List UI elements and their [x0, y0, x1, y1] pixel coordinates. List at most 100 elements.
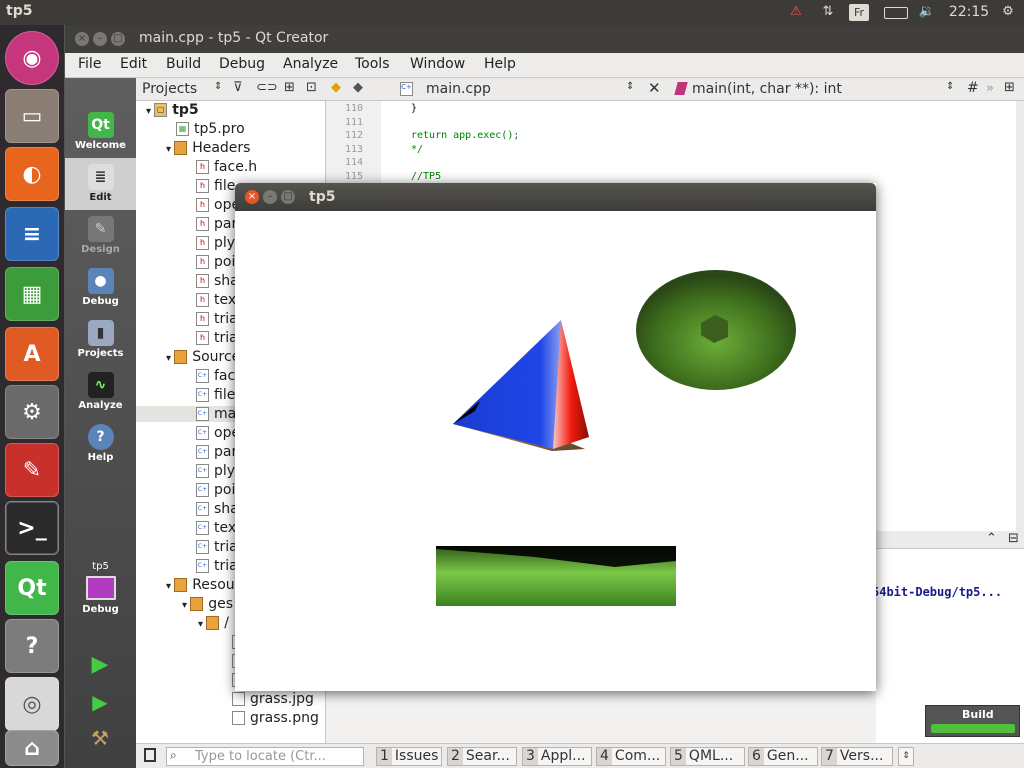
close-pane-icon[interactable]: ⊡ — [306, 80, 317, 95]
menu-window[interactable]: Window — [410, 56, 465, 72]
hash-icon[interactable]: # — [967, 80, 979, 96]
back-arrow-icon[interactable]: ◆ — [331, 80, 341, 95]
file-selector[interactable]: main.cpp — [426, 81, 491, 97]
tree-item[interactable]: h ope — [196, 197, 240, 213]
help-icon[interactable]: ? — [5, 619, 59, 673]
minimize-icon[interactable]: – — [93, 32, 107, 46]
split-icon[interactable]: ⊞ — [1004, 80, 1015, 95]
gear-icon[interactable]: ⚙ — [998, 4, 1018, 21]
mode-design[interactable]: ✎ Design — [65, 210, 136, 262]
tree-item[interactable]: grass.png — [232, 710, 319, 726]
tree-item[interactable]: C+ ply — [196, 463, 235, 479]
link-icon[interactable]: ⊂⊃ — [256, 80, 278, 95]
close-icon[interactable]: ✕ — [648, 79, 661, 97]
tree-item[interactable]: h par — [196, 216, 237, 232]
kit-selector[interactable]: tp5 Debug — [65, 561, 136, 631]
tree-item[interactable]: h poi — [196, 254, 235, 270]
tree-item[interactable]: h tria — [196, 330, 238, 346]
warning-icon[interactable]: ⚠ — [786, 4, 806, 21]
close-icon[interactable]: × — [75, 32, 89, 46]
chevron-down-icon[interactable]: ▾ — [166, 353, 174, 364]
tree-item[interactable]: grass.jpg — [232, 691, 314, 707]
projects-selector[interactable]: Projects — [142, 81, 197, 97]
minimize-icon[interactable]: – — [263, 190, 277, 204]
forward-arrow-icon[interactable]: ◆ — [353, 80, 363, 95]
chevron-down-icon[interactable]: ▾ — [198, 619, 206, 630]
firefox-icon[interactable]: ◐ — [5, 147, 59, 201]
split-icon[interactable]: ⊞ — [284, 80, 295, 95]
tab-search[interactable]: 2 Sear... — [447, 747, 517, 766]
tab-qml[interactable]: 5 QML... — [670, 747, 745, 766]
menu-help[interactable]: Help — [484, 56, 516, 72]
volume-icon[interactable]: 🔉 — [917, 4, 937, 21]
calc-icon[interactable]: ▦ — [5, 267, 59, 321]
tree-item[interactable]: ▾ ▢ tp5 — [146, 102, 199, 118]
chevron-down-icon[interactable]: ▾ — [182, 600, 190, 611]
more-icon[interactable]: » — [986, 81, 994, 96]
mode-help[interactable]: ? Help — [65, 418, 136, 470]
trash-icon[interactable]: ⌂ — [5, 730, 59, 766]
menu-analyze[interactable]: Analyze — [283, 56, 338, 72]
tree-item[interactable]: C+ fac — [196, 368, 235, 384]
tree-item[interactable]: C+ ope — [196, 425, 240, 441]
menu-build[interactable]: Build — [166, 56, 201, 72]
disc-icon[interactable]: ◎ — [5, 677, 59, 731]
writer-icon[interactable]: ≡ — [5, 207, 59, 261]
mode-welcome[interactable]: Qt Welcome — [65, 106, 136, 158]
tree-item[interactable]: ▾ ges — [182, 596, 233, 612]
symbol-selector[interactable]: main(int, char **): int — [692, 81, 842, 97]
mode-projects[interactable]: ▮ Projects — [65, 314, 136, 366]
qt-creator-icon[interactable]: Qt — [5, 561, 59, 615]
settings-icon[interactable]: ⚙ — [5, 385, 59, 439]
tree-item[interactable]: ▾ Headers — [166, 140, 250, 156]
keyboard-layout-indicator[interactable]: Fr — [849, 4, 869, 21]
tab-compile-output[interactable]: 4 Com... — [596, 747, 666, 766]
tree-item[interactable]: h face.h — [196, 159, 257, 175]
tree-item[interactable]: C+ poi — [196, 482, 235, 498]
tree-item[interactable]: h file — [196, 178, 235, 194]
pdf-viewer-icon[interactable]: ✎ — [5, 443, 59, 497]
tree-item[interactable]: C+ file — [196, 387, 235, 403]
mode-analyze[interactable]: ∿ Analyze — [65, 366, 136, 418]
chevron-updown-icon[interactable]: ⇕ — [898, 747, 914, 766]
tree-item[interactable]: C+ sha — [196, 501, 239, 517]
chevron-up-icon[interactable]: ⌃ — [986, 531, 997, 546]
maximize-icon[interactable]: □ — [111, 32, 125, 46]
tree-item[interactable]: C+ tria — [196, 539, 238, 555]
tab-general[interactable]: 6 Gen... — [748, 747, 818, 766]
maximize-icon[interactable]: □ — [281, 190, 295, 204]
tab-issues[interactable]: 1 Issues — [376, 747, 442, 766]
ubuntu-dash-icon[interactable]: ◉ — [5, 31, 59, 85]
tree-item[interactable]: h sha — [196, 273, 239, 289]
chevron-down-icon[interactable]: ▾ — [166, 581, 174, 592]
menu-edit[interactable]: Edit — [120, 56, 147, 72]
tree-item[interactable]: ▾ Resou — [166, 577, 235, 593]
tree-item[interactable]: C+ tria — [196, 558, 238, 574]
chevron-down-icon[interactable]: ▾ — [166, 144, 174, 155]
tree-item[interactable]: h tex — [196, 292, 236, 308]
locator-input[interactable]: ⌕ Type to locate (Ctr... — [166, 747, 364, 766]
run-icon[interactable]: ▶ — [87, 652, 113, 678]
files-icon[interactable]: ▭ — [5, 89, 59, 143]
battery-icon[interactable] — [884, 7, 908, 19]
opengl-canvas[interactable] — [235, 211, 876, 691]
tab-application-output[interactable]: 3 Appl... — [522, 747, 592, 766]
mode-edit[interactable]: ≣ Edit — [65, 158, 136, 210]
chevron-down-icon[interactable]: ⇕ — [626, 81, 634, 92]
close-icon[interactable]: × — [245, 190, 259, 204]
menu-debug[interactable]: Debug — [219, 56, 265, 72]
tree-item[interactable]: ▾ / — [198, 615, 229, 631]
mode-debug[interactable]: ● Debug — [65, 262, 136, 314]
tree-item[interactable]: h tria — [196, 311, 238, 327]
terminal-icon[interactable]: >_ — [5, 501, 59, 555]
maximize-pane-icon[interactable]: ⊟ — [1008, 531, 1019, 546]
chevron-down-icon[interactable]: ⇕ — [214, 81, 222, 92]
editor-scrollbar[interactable] — [1016, 101, 1024, 531]
tree-item[interactable]: C+ tex — [196, 520, 236, 536]
debug-run-icon[interactable]: ▶ — [87, 690, 113, 716]
hammer-icon[interactable]: ⚒ — [87, 726, 113, 752]
menu-file[interactable]: File — [78, 56, 101, 72]
software-center-icon[interactable]: A — [5, 327, 59, 381]
tab-version-control[interactable]: 7 Vers... — [821, 747, 893, 766]
chevron-down-icon[interactable]: ⇕ — [946, 81, 954, 92]
